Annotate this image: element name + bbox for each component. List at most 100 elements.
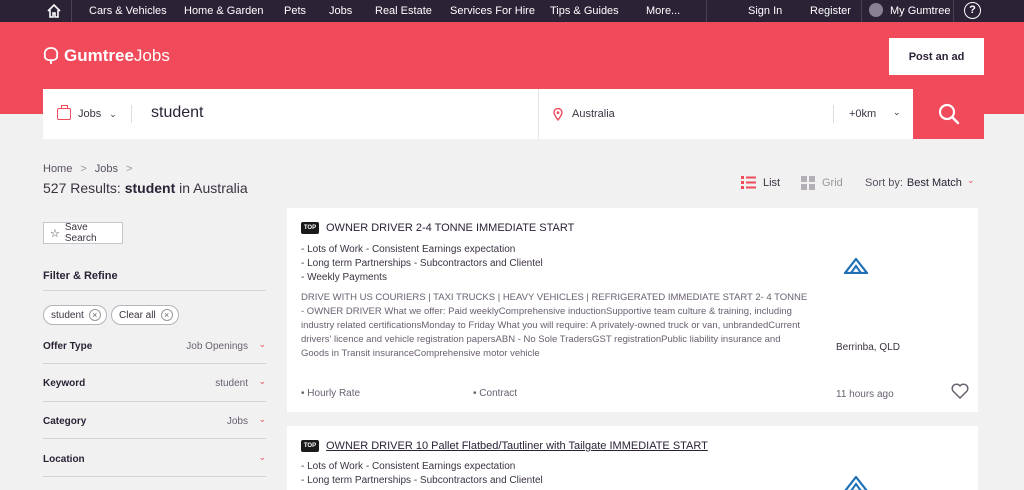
- filter-refine-heading: Filter & Refine: [43, 270, 118, 282]
- nav-tips-guides[interactable]: Tips & Guides: [550, 5, 619, 17]
- listing-bullet: - Lots of Work - Consistent Earnings exp…: [301, 244, 516, 255]
- filter-value: Jobs: [226, 416, 248, 427]
- search-divider: [538, 89, 539, 139]
- close-icon[interactable]: ×: [160, 309, 173, 321]
- divider: [43, 438, 266, 439]
- filter-value: Job Openings: [186, 341, 248, 352]
- grid-icon: [801, 176, 815, 190]
- post-ad-button[interactable]: Post an ad: [889, 38, 984, 75]
- brand-name: Gumtree: [64, 46, 134, 65]
- search-divider: [833, 105, 834, 123]
- save-search-button[interactable]: ☆ Save Search: [43, 222, 123, 244]
- home-icon[interactable]: [46, 3, 62, 19]
- divider: [43, 363, 266, 364]
- listing-bullet: - Lots of Work - Consistent Earnings exp…: [301, 461, 516, 472]
- listing-bullet: - Weekly Payments: [301, 272, 387, 283]
- search-icon: [938, 103, 959, 125]
- chevron-down-icon: ⌄: [258, 376, 266, 386]
- filter-label: Category: [43, 416, 87, 427]
- listing-title[interactable]: OWNER DRIVER 2-4 TONNE IMMEDIATE START: [326, 222, 574, 234]
- results-count: 527 Results:: [43, 180, 121, 196]
- listing-description: DRIVE WITH US COURIERS | TAXI TRUCKS | H…: [301, 292, 808, 359]
- chevron-down-icon[interactable]: ⌄: [967, 175, 975, 186]
- list-view-toggle[interactable]: List: [741, 176, 780, 189]
- listing-pay-type: • Hourly Rate: [301, 388, 361, 399]
- chevron-right-icon: >: [80, 163, 87, 175]
- nav-divider: [706, 0, 707, 22]
- listing-card[interactable]: TOP OWNER DRIVER 10 Pallet Flatbed/Tautl…: [287, 426, 978, 490]
- results-location: in Australia: [179, 180, 248, 196]
- sort-label: Sort by:: [865, 177, 903, 189]
- register-link[interactable]: Register: [810, 5, 851, 17]
- chevron-down-icon[interactable]: ⌄: [893, 107, 901, 118]
- filter-chip-student[interactable]: student ×: [43, 305, 107, 325]
- nav-jobs[interactable]: Jobs: [329, 5, 352, 17]
- listing-bullet: - Long term Partnerships - Subcontractor…: [301, 475, 543, 486]
- sign-in-link[interactable]: Sign In: [748, 5, 782, 17]
- top-badge: TOP: [301, 222, 319, 234]
- help-icon[interactable]: ?: [964, 2, 981, 19]
- nav-services[interactable]: Services For Hire: [450, 5, 535, 17]
- search-button[interactable]: [913, 89, 984, 139]
- avatar-icon[interactable]: [869, 3, 883, 17]
- chevron-down-icon: ⌄: [258, 414, 266, 424]
- filter-label: Location: [43, 454, 85, 465]
- nav-cars-vehicles[interactable]: Cars & Vehicles: [89, 5, 167, 17]
- sort-value: Best Match: [906, 177, 962, 189]
- listing-job-type: • Contract: [473, 388, 518, 399]
- listing-card[interactable]: TOP OWNER DRIVER 2-4 TONNE IMMEDIATE STA…: [287, 208, 978, 412]
- list-icon: [741, 176, 756, 189]
- breadcrumb: Home > Jobs >: [43, 163, 140, 175]
- filter-label: Keyword: [43, 378, 86, 389]
- nav-divider: [71, 0, 72, 22]
- clear-all-chip[interactable]: Clear all ×: [111, 305, 179, 325]
- listing-posted-time: 11 hours ago: [836, 389, 894, 400]
- location-pin-icon: [553, 108, 563, 121]
- divider: [43, 401, 266, 402]
- nav-divider: [861, 0, 862, 22]
- my-gumtree-link[interactable]: My Gumtree: [890, 5, 951, 17]
- listing-title[interactable]: OWNER DRIVER 10 Pallet Flatbed/Tautliner…: [326, 440, 708, 452]
- top-navigation: Cars & Vehicles Home & Garden Pets Jobs …: [0, 0, 1024, 22]
- nav-home-garden[interactable]: Home & Garden: [184, 5, 263, 17]
- category-select[interactable]: Jobs ⌄: [43, 89, 131, 139]
- top-badge: TOP: [301, 440, 319, 452]
- chevron-right-icon: >: [126, 163, 133, 175]
- nav-more[interactable]: More...: [646, 5, 680, 17]
- nav-divider: [953, 0, 954, 22]
- star-icon: ☆: [50, 227, 60, 240]
- save-search-label: Save Search: [64, 222, 97, 244]
- chevron-down-icon: ⌄: [109, 108, 117, 119]
- header-banner: Gumtree Jobs Post an ad: [0, 22, 1024, 89]
- gumtree-jobs-logo[interactable]: Gumtree Jobs: [43, 46, 170, 66]
- nav-pets[interactable]: Pets: [284, 5, 306, 17]
- listing-bullet: - Long term Partnerships - Subcontractor…: [301, 258, 543, 269]
- sort-select[interactable]: Sort by: Best Match: [865, 177, 962, 189]
- heart-icon[interactable]: [951, 383, 969, 399]
- divider: [43, 476, 266, 477]
- chevron-down-icon: ⌄: [258, 452, 266, 462]
- briefcase-icon: [57, 105, 71, 120]
- grid-label: Grid: [822, 177, 843, 189]
- results-keyword: student: [124, 180, 176, 196]
- results-summary: 527 Results: student in Australia: [43, 180, 248, 196]
- filter-label: Offer Type: [43, 341, 93, 352]
- search-divider: [131, 105, 132, 123]
- brand-suffix: Jobs: [133, 46, 170, 65]
- advertiser-logo[interactable]: [844, 258, 868, 274]
- close-icon[interactable]: ×: [88, 309, 101, 321]
- gumtree-leaf-icon: [43, 47, 59, 64]
- radius-select[interactable]: +0km: [849, 108, 876, 120]
- breadcrumb-home[interactable]: Home: [43, 163, 72, 175]
- breadcrumb-jobs[interactable]: Jobs: [95, 163, 118, 175]
- location-input[interactable]: Australia: [572, 108, 615, 120]
- listing-location: Berrinba, QLD: [836, 342, 900, 353]
- grid-view-toggle[interactable]: Grid: [801, 176, 843, 190]
- divider: [43, 290, 266, 291]
- advertiser-logo[interactable]: [844, 476, 868, 490]
- list-label: List: [763, 176, 781, 189]
- chip-label: student: [51, 309, 84, 321]
- keyword-input[interactable]: student: [151, 104, 203, 122]
- nav-real-estate[interactable]: Real Estate: [375, 5, 432, 17]
- filter-value: student: [215, 378, 248, 389]
